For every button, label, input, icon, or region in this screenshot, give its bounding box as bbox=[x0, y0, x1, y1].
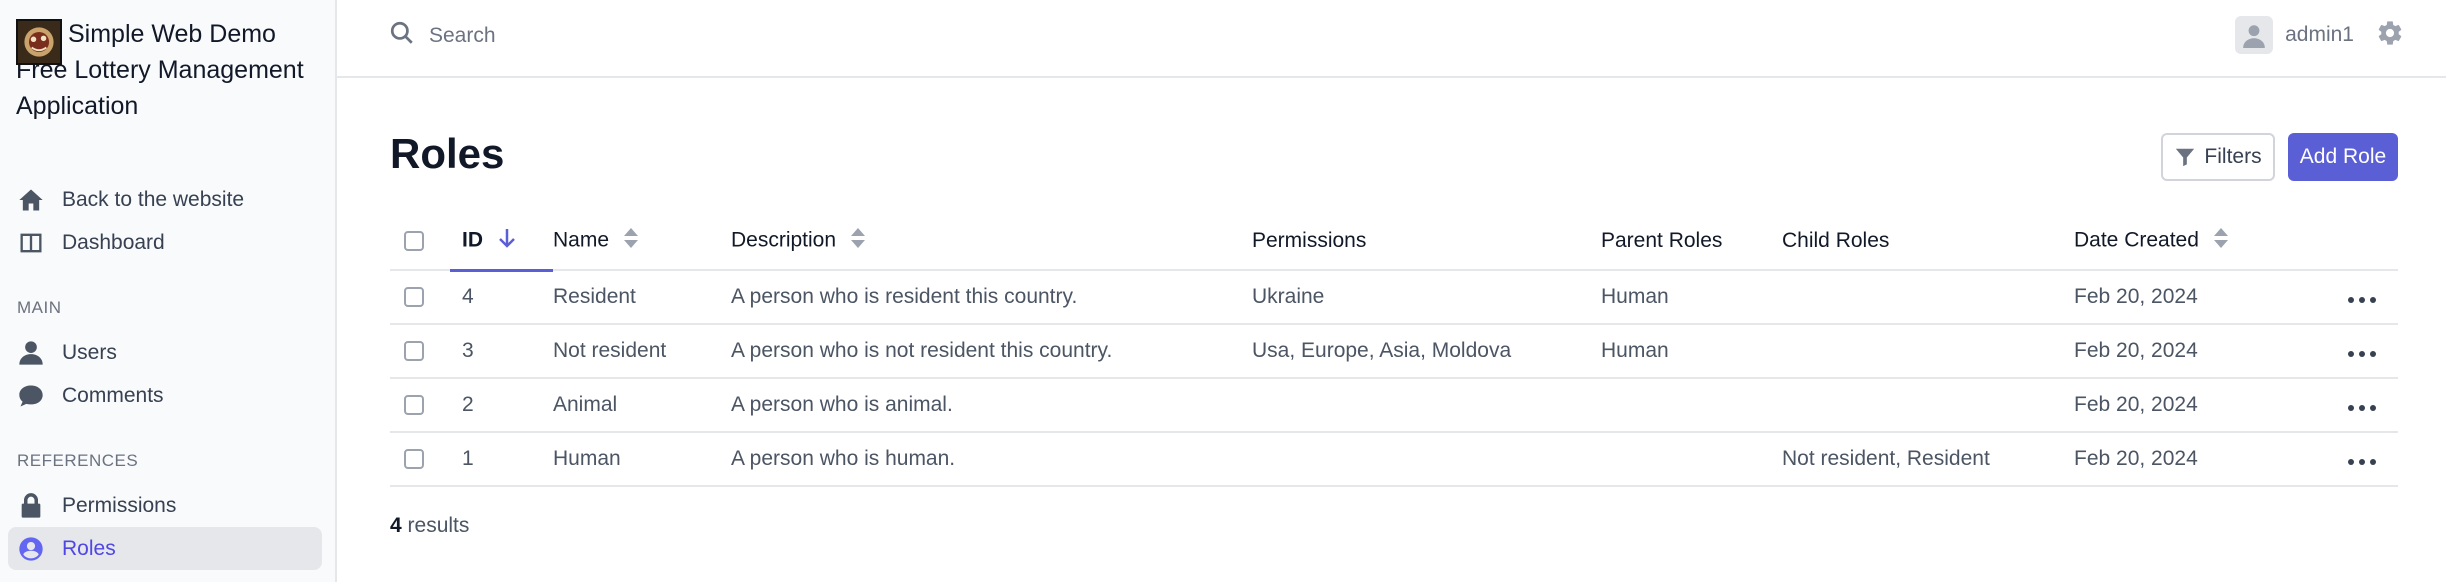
sidebar-nav-references: Permissions Roles bbox=[8, 484, 322, 570]
table-header-row: ID Name Description Permissions Parent R… bbox=[390, 213, 2398, 272]
section-title-references: REFERENCES bbox=[17, 451, 139, 470]
column-header-parent-roles: Parent Roles bbox=[1601, 213, 1782, 271]
column-header-date-created[interactable]: Date Created bbox=[2074, 213, 2334, 271]
select-all-checkbox[interactable] bbox=[404, 231, 424, 252]
home-icon bbox=[16, 185, 46, 215]
table-row[interactable]: 4 Resident A person who is resident this… bbox=[390, 270, 2398, 325]
cell-description: A person who is not resident this countr… bbox=[731, 324, 1252, 379]
sidebar-nav-top: Back to the website Dashboard bbox=[8, 178, 322, 264]
user-icon bbox=[2243, 25, 2265, 48]
row-actions-more-icon[interactable] bbox=[2348, 459, 2376, 465]
sort-icon bbox=[623, 227, 639, 255]
cell-permissions bbox=[1252, 378, 1601, 433]
sort-icon bbox=[850, 227, 866, 255]
sidebar-item-users[interactable]: Users bbox=[8, 331, 322, 374]
cell-date-created: Feb 20, 2024 bbox=[2074, 324, 2334, 379]
brand[interactable]: Simple Web Demo Free Lottery Management … bbox=[16, 16, 326, 124]
table-row[interactable]: 1 Human A person who is human. Not resid… bbox=[390, 432, 2398, 487]
cell-date-created: Feb 20, 2024 bbox=[2074, 432, 2334, 487]
row-checkbox[interactable] bbox=[404, 449, 424, 470]
cell-name: Human bbox=[553, 432, 731, 487]
sidebar-item-dashboard[interactable]: Dashboard bbox=[8, 221, 322, 264]
results-count: 4 results bbox=[390, 514, 469, 538]
row-checkbox[interactable] bbox=[404, 341, 424, 362]
sidebar-item-label: Comments bbox=[62, 383, 164, 407]
sidebar-item-label: Roles bbox=[62, 536, 116, 560]
page-title: Roles bbox=[390, 130, 505, 177]
sidebar: Simple Web Demo Free Lottery Management … bbox=[0, 0, 337, 582]
user-menu[interactable]: admin1 bbox=[2235, 16, 2404, 54]
cell-id: 4 bbox=[450, 270, 553, 325]
sidebar-item-label: Back to the website bbox=[62, 187, 245, 211]
filter-icon bbox=[2176, 148, 2195, 167]
cell-permissions bbox=[1252, 432, 1601, 487]
row-checkbox[interactable] bbox=[404, 395, 424, 416]
avatar[interactable] bbox=[2235, 16, 2274, 54]
search-input[interactable] bbox=[429, 23, 929, 48]
sidebar-item-comments[interactable]: Comments bbox=[8, 374, 322, 417]
column-header-permissions: Permissions bbox=[1252, 213, 1601, 271]
cell-permissions: Usa, Europe, Asia, Moldova bbox=[1252, 324, 1601, 379]
sidebar-item-label: Dashboard bbox=[62, 230, 165, 254]
user-icon bbox=[16, 338, 46, 368]
cell-parent-roles: Human bbox=[1601, 270, 1782, 325]
cell-id: 1 bbox=[450, 432, 553, 487]
row-actions-more-icon[interactable] bbox=[2348, 351, 2376, 357]
cell-child-roles bbox=[1782, 324, 2074, 379]
section-title-main: MAIN bbox=[17, 298, 62, 317]
filters-button[interactable]: Filters bbox=[2161, 133, 2275, 181]
cell-child-roles bbox=[1782, 270, 2074, 325]
cell-child-roles: Not resident, Resident bbox=[1782, 432, 2074, 487]
comment-icon bbox=[16, 381, 46, 411]
column-header-id[interactable]: ID bbox=[450, 213, 553, 272]
cell-permissions: Ukraine bbox=[1252, 270, 1601, 325]
topbar: admin1 bbox=[337, 0, 2446, 78]
cell-description: A person who is animal. bbox=[731, 378, 1252, 433]
table-row[interactable]: 2 Animal A person who is animal. Feb 20,… bbox=[390, 378, 2398, 433]
add-role-button[interactable]: Add Role bbox=[2288, 133, 2398, 181]
sidebar-item-back-to-website[interactable]: Back to the website bbox=[8, 178, 322, 221]
user-circle-icon bbox=[16, 534, 46, 564]
brand-title: Simple Web Demo Free Lottery Management … bbox=[16, 20, 304, 120]
sidebar-nav-main: Users Comments bbox=[8, 331, 322, 417]
results-number: 4 bbox=[390, 514, 402, 537]
gear-icon[interactable] bbox=[2376, 19, 2404, 52]
search-bar bbox=[389, 20, 929, 51]
sort-icon bbox=[2213, 227, 2229, 255]
row-actions-more-icon[interactable] bbox=[2348, 405, 2376, 411]
username[interactable]: admin1 bbox=[2285, 23, 2354, 47]
cell-parent-roles: Human bbox=[1601, 324, 1782, 379]
sort-desc-icon bbox=[497, 227, 517, 255]
table-row[interactable]: 3 Not resident A person who is not resid… bbox=[390, 324, 2398, 379]
cell-date-created: Feb 20, 2024 bbox=[2074, 270, 2334, 325]
column-header-description[interactable]: Description bbox=[731, 213, 1252, 271]
cell-name: Resident bbox=[553, 270, 731, 325]
results-label: results bbox=[407, 514, 470, 537]
filters-button-label: Filters bbox=[2204, 145, 2262, 168]
dashboard-icon bbox=[16, 228, 46, 258]
brand-logo bbox=[16, 19, 62, 65]
row-actions-more-icon[interactable] bbox=[2348, 297, 2376, 303]
cell-name: Animal bbox=[553, 378, 731, 433]
sidebar-item-label: Users bbox=[62, 340, 117, 364]
cell-description: A person who is human. bbox=[731, 432, 1252, 487]
search-icon bbox=[389, 20, 415, 51]
cell-parent-roles bbox=[1601, 378, 1782, 433]
cell-child-roles bbox=[1782, 378, 2074, 433]
cell-parent-roles bbox=[1601, 432, 1782, 487]
cell-date-created: Feb 20, 2024 bbox=[2074, 378, 2334, 433]
cell-description: A person who is resident this country. bbox=[731, 270, 1252, 325]
sidebar-item-permissions[interactable]: Permissions bbox=[8, 484, 322, 527]
cell-name: Not resident bbox=[553, 324, 731, 379]
cell-id: 3 bbox=[450, 324, 553, 379]
sidebar-item-label: Permissions bbox=[62, 493, 177, 517]
sidebar-item-roles[interactable]: Roles bbox=[8, 527, 322, 570]
cell-id: 2 bbox=[450, 378, 553, 433]
column-header-name[interactable]: Name bbox=[553, 213, 731, 271]
roles-table: ID Name Description Permissions Parent R… bbox=[390, 213, 2398, 487]
lock-icon bbox=[16, 491, 46, 521]
row-checkbox[interactable] bbox=[404, 287, 424, 308]
column-header-child-roles: Child Roles bbox=[1782, 213, 2074, 271]
